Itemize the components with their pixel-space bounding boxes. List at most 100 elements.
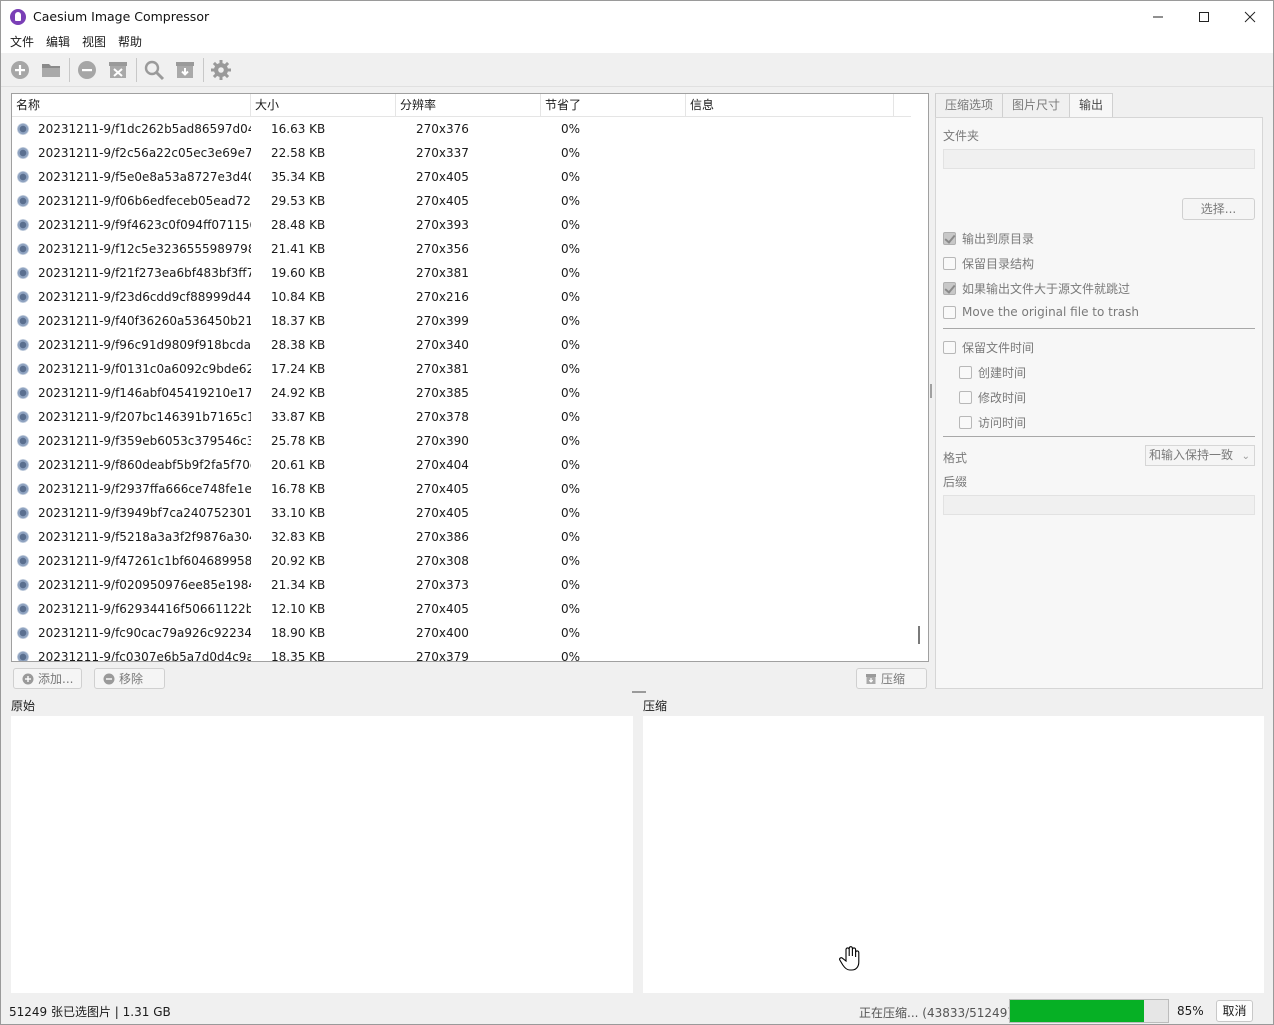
table-row[interactable]: 20231211-9/f020950976ee85e1984c3 21.34 KB… xyxy=(12,573,912,597)
tab-image-size[interactable]: 图片尺寸 xyxy=(1002,93,1071,117)
cell-saved: 0% xyxy=(561,482,581,496)
table-row[interactable]: 20231211-9/fc90cac79a926c92234b4 18.90 KB… xyxy=(12,621,912,645)
cell-size: 29.53 KB xyxy=(271,194,326,208)
preview-splitter-handle[interactable] xyxy=(632,691,646,693)
choose-folder-button[interactable]: 选择... xyxy=(1182,198,1255,220)
cell-saved: 0% xyxy=(561,170,581,184)
table-row[interactable]: 20231211-9/f5e0e8a53a8727e3d40d 35.34 KB 2… xyxy=(12,165,912,189)
checkbox-box[interactable] xyxy=(943,282,956,295)
add-button[interactable]: 添加... xyxy=(13,668,83,689)
table-body: 20231211-9/f1dc262b5ad86597d04d 16.63 KB 2… xyxy=(12,117,912,661)
table-row[interactable]: 20231211-9/f0131c0a6092c9bde621 17.24 KB 2… xyxy=(12,357,912,381)
preview-search-button[interactable] xyxy=(141,57,167,83)
format-select[interactable]: 和输入保持一致 ⌄ xyxy=(1145,445,1255,466)
cell-name: 20231211-9/f47261c1bf60468995841 xyxy=(38,554,251,568)
title-bar[interactable]: Caesium Image Compressor xyxy=(1,1,1273,32)
checkbox-move-to-trash[interactable]: Move the original file to trash xyxy=(943,305,1139,319)
settings-button[interactable] xyxy=(208,57,234,83)
table-row[interactable]: 20231211-9/f96c91d9809f918bcda72 28.38 KB… xyxy=(12,333,912,357)
table-row[interactable]: 20231211-9/f3949bf7ca24075230197 33.10 KB… xyxy=(12,501,912,525)
column-header-resolution[interactable]: 分辨率 xyxy=(396,94,541,117)
table-row[interactable]: 20231211-9/f146abf045419210e1764 24.92 KB… xyxy=(12,381,912,405)
checkbox-output-original-dir[interactable]: 输出到原目录 xyxy=(943,230,1034,247)
close-button[interactable] xyxy=(1227,1,1273,32)
cell-size: 19.60 KB xyxy=(271,266,326,280)
table-row[interactable]: 20231211-9/f1dc262b5ad86597d04d 16.63 KB 2… xyxy=(12,117,912,141)
cell-saved: 0% xyxy=(561,314,581,328)
table-row[interactable]: 20231211-9/f359eb6053c379546c31c 25.78 KB… xyxy=(12,429,912,453)
cell-saved: 0% xyxy=(561,458,581,472)
table-row[interactable]: 20231211-9/f860deabf5b9f2fa5f70dc 20.61 K… xyxy=(12,453,912,477)
menu-help[interactable]: 帮助 xyxy=(112,32,148,53)
cell-resolution: 270x405 xyxy=(416,602,469,616)
file-status-icon xyxy=(17,387,29,399)
cell-size: 21.41 KB xyxy=(271,242,326,256)
clear-list-button[interactable] xyxy=(105,57,131,83)
cell-name: 20231211-9/f146abf045419210e1764 xyxy=(38,386,251,400)
checkbox-box[interactable] xyxy=(959,391,972,404)
minimize-button[interactable] xyxy=(1135,1,1181,32)
column-header-info[interactable]: 信息 xyxy=(686,94,894,117)
open-folder-button[interactable] xyxy=(38,57,64,83)
checkbox-modified-time[interactable]: 修改时间 xyxy=(959,389,1026,406)
checkbox-keep-structure[interactable]: 保留目录结构 xyxy=(943,255,1034,272)
table-row[interactable]: 20231211-9/f2c56a22c05ec3e69e792 22.58 KB… xyxy=(12,141,912,165)
checkbox-box[interactable] xyxy=(943,232,956,245)
scrollbar-thumb[interactable] xyxy=(918,626,920,644)
remove-files-button[interactable] xyxy=(74,57,100,83)
cell-size: 35.34 KB xyxy=(271,170,326,184)
table-row[interactable]: 20231211-9/f40f36260a536450b21ea 18.37 KB… xyxy=(12,309,912,333)
table-row[interactable]: 20231211-9/f2937ffa666ce748fe1e58 16.78 K… xyxy=(12,477,912,501)
cell-size: 12.10 KB xyxy=(271,602,326,616)
cancel-button[interactable]: 取消 xyxy=(1216,1000,1253,1022)
import-button[interactable] xyxy=(172,57,198,83)
file-list-table[interactable]: 名称 ^ 大小 分辨率 节省了 信息 20231211-9/f1dc262b5a… xyxy=(11,93,929,662)
table-row[interactable]: 20231211-9/fc0307e6b5a7d0d4c9a5 18.35 KB 2… xyxy=(12,645,912,661)
maximize-icon xyxy=(1199,11,1209,22)
suffix-field[interactable] xyxy=(943,495,1255,515)
checkbox-skip-if-larger[interactable]: 如果输出文件大于源文件就跳过 xyxy=(943,280,1130,297)
column-header-size[interactable]: 大小 xyxy=(251,94,396,117)
table-row[interactable]: 20231211-9/f12c5e32365559897989 21.41 KB 2… xyxy=(12,237,912,261)
checkbox-box[interactable] xyxy=(959,366,972,379)
cell-name: 20231211-9/f96c91d9809f918bcda72 xyxy=(38,338,251,352)
output-folder-field[interactable] xyxy=(943,149,1255,169)
checkbox-keep-file-time[interactable]: 保留文件时间 xyxy=(943,339,1034,356)
menu-edit[interactable]: 编辑 xyxy=(40,32,76,53)
remove-button[interactable]: 移除 xyxy=(94,668,165,689)
tab-compression-options[interactable]: 压缩选项 xyxy=(935,93,1004,117)
checkbox-box[interactable] xyxy=(943,305,956,319)
menu-view[interactable]: 视图 xyxy=(76,32,112,53)
column-header-saved[interactable]: 节省了 xyxy=(541,94,686,117)
checkbox-box[interactable] xyxy=(943,341,956,354)
checkbox-access-time[interactable]: 访问时间 xyxy=(959,414,1026,431)
cell-name: 20231211-9/f020950976ee85e1984c3 xyxy=(38,578,251,592)
cell-saved: 0% xyxy=(561,530,581,544)
table-row[interactable]: 20231211-9/f23d6cdd9cf88999d446a 10.84 KB… xyxy=(12,285,912,309)
checkbox-box[interactable] xyxy=(943,257,956,270)
remove-button-label: 移除 xyxy=(119,672,144,686)
compress-button[interactable]: 压缩 xyxy=(856,668,927,689)
cell-name: 20231211-9/f0131c0a6092c9bde621 xyxy=(38,362,251,376)
checkbox-created-time[interactable]: 创建时间 xyxy=(959,364,1026,381)
maximize-button[interactable] xyxy=(1181,1,1227,32)
cell-saved: 0% xyxy=(561,338,581,352)
table-row[interactable]: 20231211-9/f06b6edfeceb05ead72b 29.53 KB 2… xyxy=(12,189,912,213)
table-row[interactable]: 20231211-9/f9f4623c0f094ff0711562 28.48 K… xyxy=(12,213,912,237)
table-row[interactable]: 20231211-9/f207bc146391b7165c1d 33.87 KB 2… xyxy=(12,405,912,429)
menu-file[interactable]: 文件 xyxy=(4,32,40,53)
cell-resolution: 270x308 xyxy=(416,554,469,568)
vertical-scrollbar[interactable] xyxy=(911,94,928,661)
table-row[interactable]: 20231211-9/f47261c1bf60468995841 20.92 KB… xyxy=(12,549,912,573)
panel-splitter-handle[interactable] xyxy=(930,384,932,398)
table-row[interactable]: 20231211-9/f5218a3a3f2f9876a3045 32.83 KB… xyxy=(12,525,912,549)
file-status-icon xyxy=(17,363,29,375)
cell-saved: 0% xyxy=(561,434,581,448)
checkbox-box[interactable] xyxy=(959,416,972,429)
tab-output[interactable]: 输出 xyxy=(1069,93,1114,117)
table-row[interactable]: 20231211-9/f62934416f50661122bb9 12.10 KB… xyxy=(12,597,912,621)
checkbox-label: 修改时间 xyxy=(978,391,1027,405)
table-row[interactable]: 20231211-9/f21f273ea6bf483bf3ff7a 19.60 K… xyxy=(12,261,912,285)
add-files-button[interactable] xyxy=(7,57,33,83)
cell-saved: 0% xyxy=(561,554,581,568)
